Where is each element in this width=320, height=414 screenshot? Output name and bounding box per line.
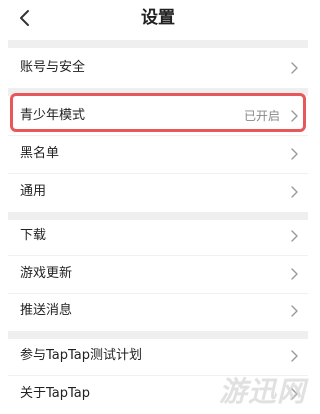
chevron-right-icon: [290, 62, 298, 74]
row-label: 参与TapTap测试计划: [20, 348, 143, 363]
watermark-logo: 游迅网: [218, 375, 306, 408]
top-bar: 设置: [0, 0, 316, 38]
settings-row-push-notifications[interactable]: 推送消息: [8, 291, 308, 331]
chevron-right-icon: [290, 230, 298, 242]
row-label: 青少年模式: [20, 108, 86, 123]
settings-row-general[interactable]: 通用: [8, 172, 308, 212]
row-label: 通用: [20, 184, 47, 199]
chevron-right-icon: [290, 350, 298, 362]
chevron-right-icon: [290, 268, 298, 280]
section-divider: [8, 88, 308, 96]
row-label: 黑名单: [20, 146, 60, 161]
row-label: 推送消息: [20, 303, 73, 318]
row-label: 关于TapTap: [20, 386, 91, 401]
chevron-right-icon: [290, 305, 298, 317]
settings-row-download[interactable]: 下载: [8, 216, 308, 256]
settings-row-game-updates[interactable]: 游戏更新: [8, 254, 308, 294]
youth-mode-status: 已开启: [243, 109, 280, 123]
settings-row-youth-mode[interactable]: 青少年模式 已开启: [8, 96, 308, 136]
row-label: 下载: [20, 228, 47, 243]
settings-row-blacklist[interactable]: 黑名单: [8, 134, 308, 174]
chevron-right-icon: [290, 148, 298, 160]
chevron-right-icon: [290, 186, 298, 198]
chevron-right-icon: [290, 110, 298, 122]
section-divider: [8, 40, 308, 48]
page-title: 设置: [141, 8, 175, 28]
settings-row-account-security[interactable]: 账号与安全: [8, 48, 308, 88]
row-label: 游戏更新: [20, 266, 73, 281]
row-label: 账号与安全: [20, 60, 86, 75]
